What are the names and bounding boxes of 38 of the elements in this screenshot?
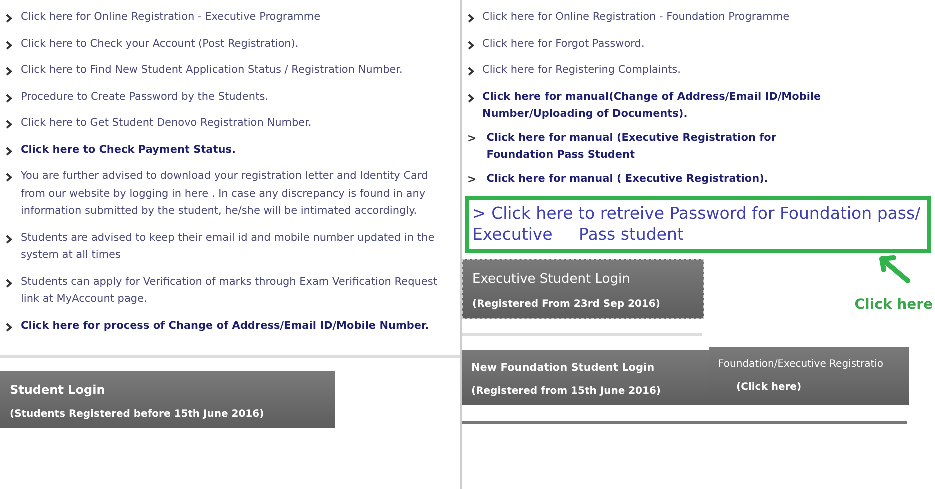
chevron-icon <box>6 146 13 156</box>
chevron-icon <box>468 94 474 102</box>
caret-marker: > <box>468 130 477 146</box>
chevron-icon <box>6 322 13 332</box>
link[interactable]: You are further advised to download your registration letter and Identity Card from our website by logging in here . In case any discrepancy is found in any information submitted by the student, he/she will be intimated accordingly. <box>21 168 451 220</box>
chevron-icon <box>468 14 474 23</box>
executive-login-button[interactable]: Executive Student Login (Registered From 23rd Sep 2016) <box>462 259 704 319</box>
registration-button[interactable]: Foundation/Executive Registratio (Click here) <box>708 347 908 405</box>
chevron-icon <box>6 173 13 182</box>
student-login-button[interactable]: Student Login (Students Registered before 15th June 2016) <box>0 371 335 428</box>
link[interactable]: Click here for manual (Executive Registration for Foundation Pass Student <box>486 130 832 164</box>
chevron-icon <box>6 234 13 244</box>
link[interactable]: Click here for manual(Change of Address/Email ID/Mobile Number/Uploading of Documents). <box>482 88 828 124</box>
caret-marker: > <box>468 172 477 188</box>
chevron-icon <box>6 120 13 129</box>
link[interactable]: Click here for Online Registration - Foundation Programme <box>482 9 790 26</box>
chevron-icon <box>468 67 474 76</box>
chevron-icon <box>468 40 474 50</box>
link[interactable]: Click here to Check your Account (Post Registration). <box>21 36 299 53</box>
foundation-login-button[interactable]: New Foundation Student Login (Registered from 15th June 2016) <box>462 350 708 405</box>
chevron-icon <box>6 14 13 23</box>
link[interactable]: Click here to Check Payment Status. <box>21 142 236 159</box>
callout-text: Click here <box>854 297 933 313</box>
chevron-icon <box>6 67 13 76</box>
chevron-icon <box>6 94 13 102</box>
chevron-icon <box>6 40 13 50</box>
link[interactable]: Click here for Forgot Password. <box>482 36 645 53</box>
link[interactable]: Click here for Online Registration - Executive Programme <box>21 9 321 26</box>
retrieve-password-link[interactable]: > Click here to retreive Password for Foundation pass/ Executive Pass student <box>472 203 921 245</box>
link[interactable]: Procedure to Create Password by the Students. <box>21 88 269 106</box>
link[interactable]: Click here to Find New Student Application Status / Registration Number. <box>21 62 403 80</box>
link[interactable]: Click here for manual ( Executive Registration). <box>486 170 768 188</box>
link[interactable]: Students are advised to keep their email id and mobile number updated in the system at all times <box>21 230 451 264</box>
link[interactable]: Click here for Registering Complaints. <box>482 62 681 80</box>
link[interactable]: Click here for process of Change of Address/Email ID/Mobile Number. <box>21 318 430 335</box>
link[interactable]: Students can apply for Verification of marks through Exam Verification Request link at MyAccount page. <box>21 274 451 308</box>
chevron-icon <box>6 278 13 288</box>
link[interactable]: Click here to Get Student Denovo Registration Number. <box>21 115 312 132</box>
